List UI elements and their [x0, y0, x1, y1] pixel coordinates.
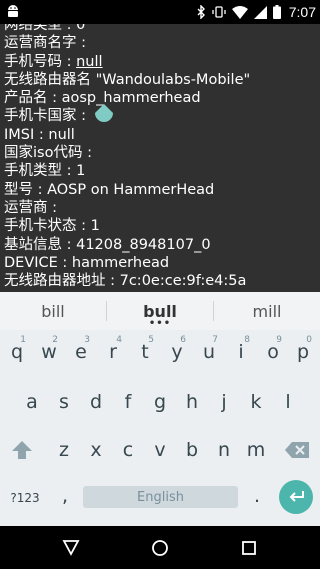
suggestion-right[interactable]: mill [214, 302, 320, 321]
status-bar: 7:07 [0, 0, 320, 24]
signal-icon [253, 5, 267, 19]
key-h[interactable]: h [177, 382, 207, 422]
android-icon [6, 4, 20, 18]
info-line-imsi: IMSI : null [4, 126, 75, 143]
key-y[interactable]: y6 [162, 332, 192, 372]
key-b[interactable]: b [177, 430, 207, 470]
key-d[interactable]: d [81, 382, 111, 422]
key-g[interactable]: g [145, 382, 175, 422]
info-line-operator-name: 运营商名字 : [4, 35, 86, 52]
key-x[interactable]: x [81, 430, 111, 470]
symbols-key[interactable]: ?123 [7, 478, 43, 518]
home-button[interactable] [149, 537, 171, 559]
key-p[interactable]: p0 [288, 332, 318, 372]
key-i[interactable]: i8 [226, 332, 256, 372]
bluetooth-icon [196, 5, 206, 19]
info-line-sim-country: 手机卡国家 : [4, 108, 86, 125]
info-line-country-iso: 国家iso代码 : [4, 145, 92, 162]
backspace-icon [285, 442, 309, 458]
key-m[interactable]: m [241, 430, 271, 470]
key-c[interactable]: c [113, 430, 143, 470]
recents-square-icon [242, 541, 256, 555]
key-n[interactable]: n [209, 430, 239, 470]
key-e[interactable]: e3 [66, 332, 96, 372]
vibrate-icon [212, 5, 226, 19]
key-j[interactable]: j [209, 382, 239, 422]
suggestion-left[interactable]: bill [0, 302, 106, 321]
battery-icon [272, 5, 281, 19]
comma-key[interactable]: , [50, 476, 80, 516]
text-cursor-handle[interactable] [95, 104, 113, 124]
back-triangle-icon [62, 540, 80, 556]
info-line-phone-type: 手机类型 : 1 [4, 163, 86, 180]
space-key[interactable]: English [83, 486, 238, 508]
info-line-device: DEVICE : hammerhead [4, 254, 170, 271]
key-v[interactable]: v [145, 430, 175, 470]
key-a[interactable]: a [17, 382, 47, 422]
recents-button[interactable] [238, 537, 260, 559]
key-o[interactable]: o9 [258, 332, 288, 372]
soft-keyboard: q1 w2 e3 r4 t5 y6 u7 i8 o9 p0 a s d f g … [0, 330, 320, 526]
info-line-sim-state: 手机卡状态 : 1 [4, 218, 100, 235]
period-key[interactable]: . [242, 476, 272, 516]
info-line-cell-info: 基站信息 : 41208_8948107_0 [4, 236, 211, 253]
key-u[interactable]: u7 [194, 332, 224, 372]
home-circle-icon [152, 540, 168, 556]
info-line-wifi-address: 无线路由器地址 : 7c:0e:ce:9f:e4:5a [4, 273, 247, 290]
info-line-product-name: 产品名 : aosp_hammerhead [4, 90, 201, 107]
info-line-phone-number: 手机号码 : null [4, 53, 103, 70]
key-f[interactable]: f [113, 382, 143, 422]
info-line-operator: 运营商 : [4, 199, 57, 216]
key-z[interactable]: z [49, 430, 79, 470]
suggestion-center[interactable]: bull ••• [107, 302, 213, 329]
info-line-wifi-name: 无线路由器名 "Wandoulabs-Mobile" [4, 71, 251, 88]
shift-icon [12, 441, 32, 459]
keyboard-row-2: a s d f g h j k l [0, 382, 320, 422]
back-button[interactable] [60, 537, 82, 559]
key-q[interactable]: q1 [2, 332, 32, 372]
navigation-bar [0, 526, 320, 569]
keyboard-row-3: z x c v b n m [0, 430, 320, 470]
status-time: 7:07 [288, 4, 316, 20]
enter-key[interactable] [279, 480, 313, 514]
info-line-network-type: 网络类型 : 0 [4, 24, 86, 33]
keyboard-row-1: q1 w2 e3 r4 t5 y6 u7 i8 o9 p0 [0, 332, 320, 372]
wifi-icon [231, 5, 248, 19]
info-line-model: 型号 : AOSP on HammerHead [4, 181, 215, 198]
suggestion-strip: bill bull ••• mill [0, 292, 320, 330]
shift-key[interactable] [7, 430, 37, 470]
key-t[interactable]: t5 [130, 332, 160, 372]
key-l[interactable]: l [273, 382, 303, 422]
backspace-key[interactable] [282, 430, 312, 470]
key-r[interactable]: r4 [98, 332, 128, 372]
key-s[interactable]: s [49, 382, 79, 422]
key-w[interactable]: w2 [34, 332, 64, 372]
more-suggestions-icon: ••• [148, 317, 172, 329]
enter-arrow-icon [289, 491, 304, 502]
device-info-panel[interactable]: 网络类型 : 0 运营商名字 : 手机号码 : null 无线路由器名 "Wan… [0, 24, 320, 292]
key-k[interactable]: k [241, 382, 271, 422]
